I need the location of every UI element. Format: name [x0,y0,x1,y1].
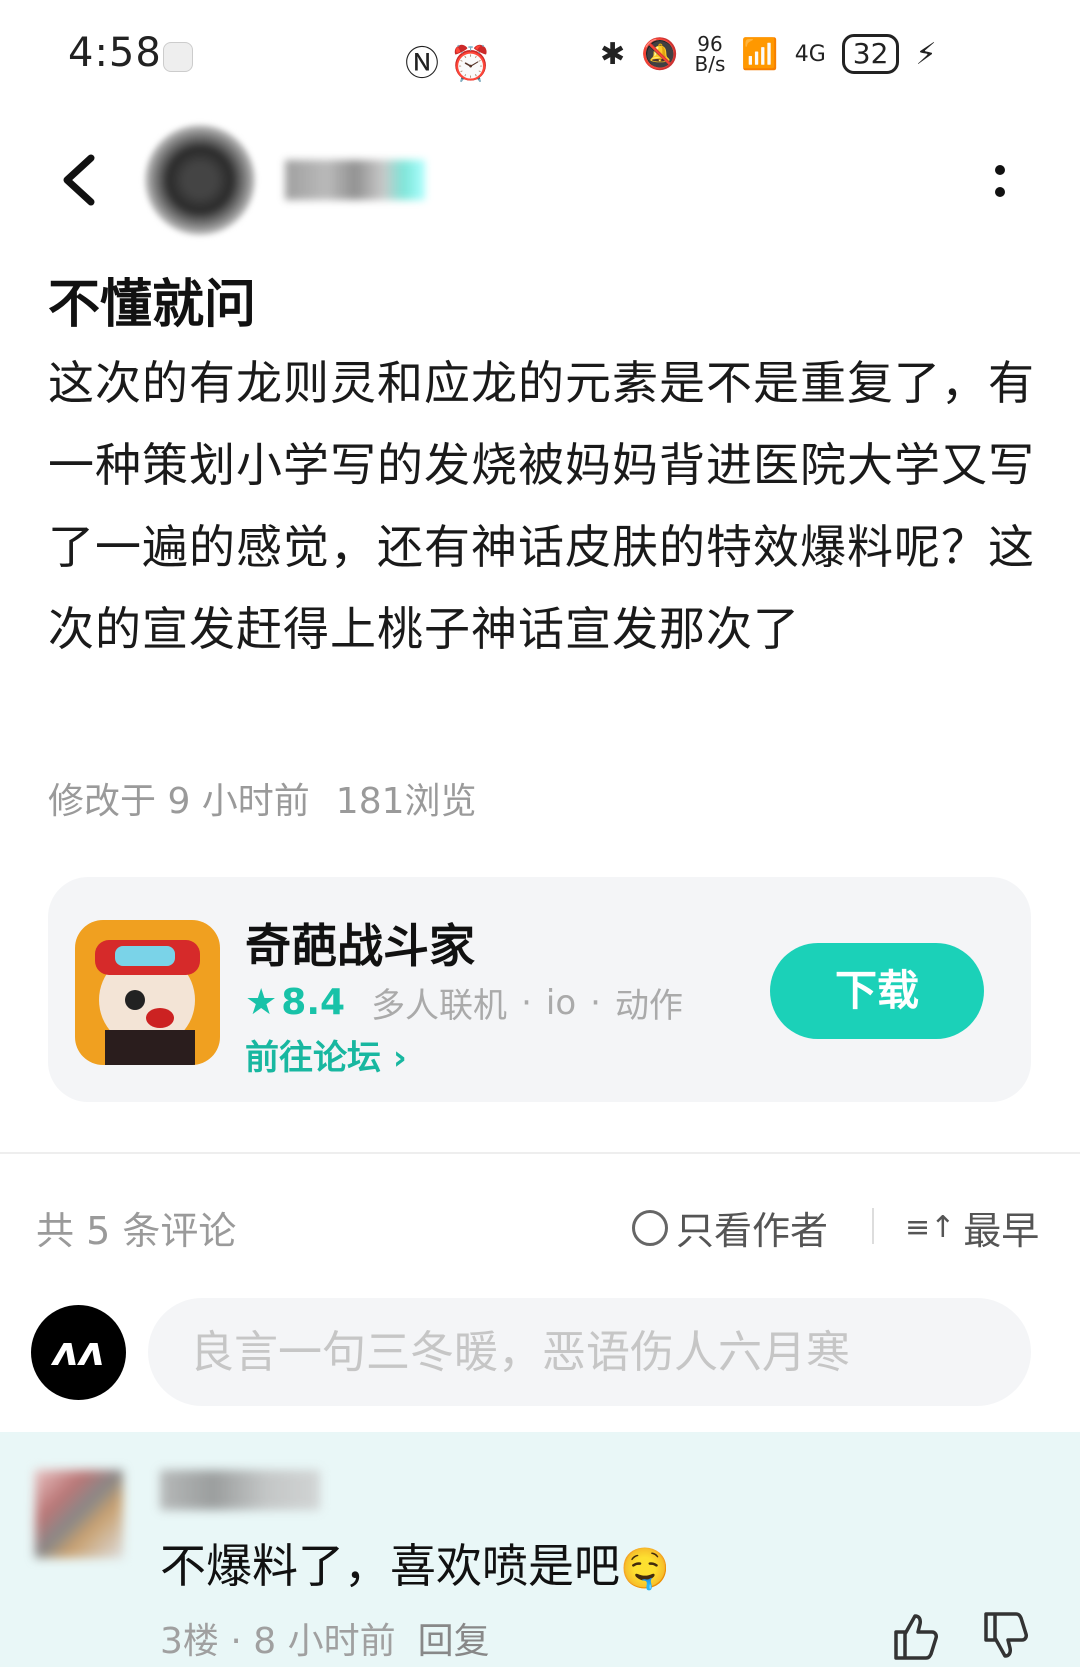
comment-time: 8 小时前 [253,1621,396,1662]
back-icon[interactable] [55,150,105,210]
author-name[interactable] [285,160,425,200]
sort-icon[interactable]: ≡↑ [905,1210,955,1245]
game-tag: io [545,982,577,1023]
post-title: 不懂就问 [48,275,257,335]
comment-floor: 3楼 [160,1621,219,1662]
forum-link[interactable]: 前往论坛 › [245,1030,407,1079]
comment-count: 共 5 条评论 [36,1209,237,1253]
status-indicators: ✱ 🔕 96 B/s 📶 4G 32 ⚡ [600,34,937,74]
game-info-row: ★ 8.4 多人联机 · io · 动作 [245,978,683,1027]
post-modified-time: 修改于 9 小时前 [48,781,310,822]
game-tag: 多人联机 [371,986,508,1026]
notification-app-icon [163,42,193,72]
post-body: 这次的有龙则灵和应龙的元素是不是重复了，有一种策划小学写的发烧被妈妈背进医院大学… [48,356,1035,656]
dislike-icon[interactable] [980,1610,1032,1662]
comment-meta: 3楼 · 8 小时前 回复 [160,1621,490,1662]
status-nfc-alarm-icons: Ⓝ ⏰ [405,44,493,84]
download-button[interactable]: 下载 [770,943,984,1039]
post-views: 181浏览 [335,781,477,822]
charging-icon: ⚡ [915,36,937,72]
only-author-toggle[interactable]: 只看作者 [632,1200,828,1255]
network-label: 4G [794,41,826,67]
bluetooth-icon: ✱ [600,36,626,72]
section-divider [0,1152,1080,1154]
star-icon: ★ [245,982,278,1023]
comment-emoji: 🤤 [620,1546,670,1592]
status-time: 4:58 [68,30,162,76]
game-rating: ★ 8.4 [245,982,346,1023]
more-icon[interactable] [990,160,1010,210]
author-avatar[interactable] [145,125,255,235]
battery-indicator: 32 [841,34,900,74]
wifi-icon: 📶 [741,36,779,72]
chevron-right-icon: › [392,1038,407,1078]
separator-dot: · [521,982,532,1023]
mute-icon: 🔕 [641,36,679,72]
commenter-avatar[interactable] [35,1470,123,1558]
toolbar-separator [872,1208,874,1244]
circle-icon[interactable] [632,1209,668,1246]
game-name[interactable]: 奇葩战斗家 [245,910,475,976]
post-meta: 修改于 9 小时前 181浏览 [48,772,477,824]
reply-button[interactable]: 回复 [418,1621,490,1662]
game-icon[interactable] [75,920,220,1065]
my-avatar[interactable]: ʌʌ [31,1305,126,1400]
sort-button[interactable]: ≡↑ 最早 [905,1200,1039,1255]
comment-input[interactable] [148,1298,1031,1406]
comment-text: 不爆料了，喜欢喷是吧🤤 [160,1539,670,1593]
game-tag: 动作 [614,986,683,1026]
separator-dot: · [590,982,601,1023]
net-speed: 96 B/s [694,32,726,76]
like-icon[interactable] [890,1610,942,1662]
commenter-name[interactable] [160,1470,320,1510]
